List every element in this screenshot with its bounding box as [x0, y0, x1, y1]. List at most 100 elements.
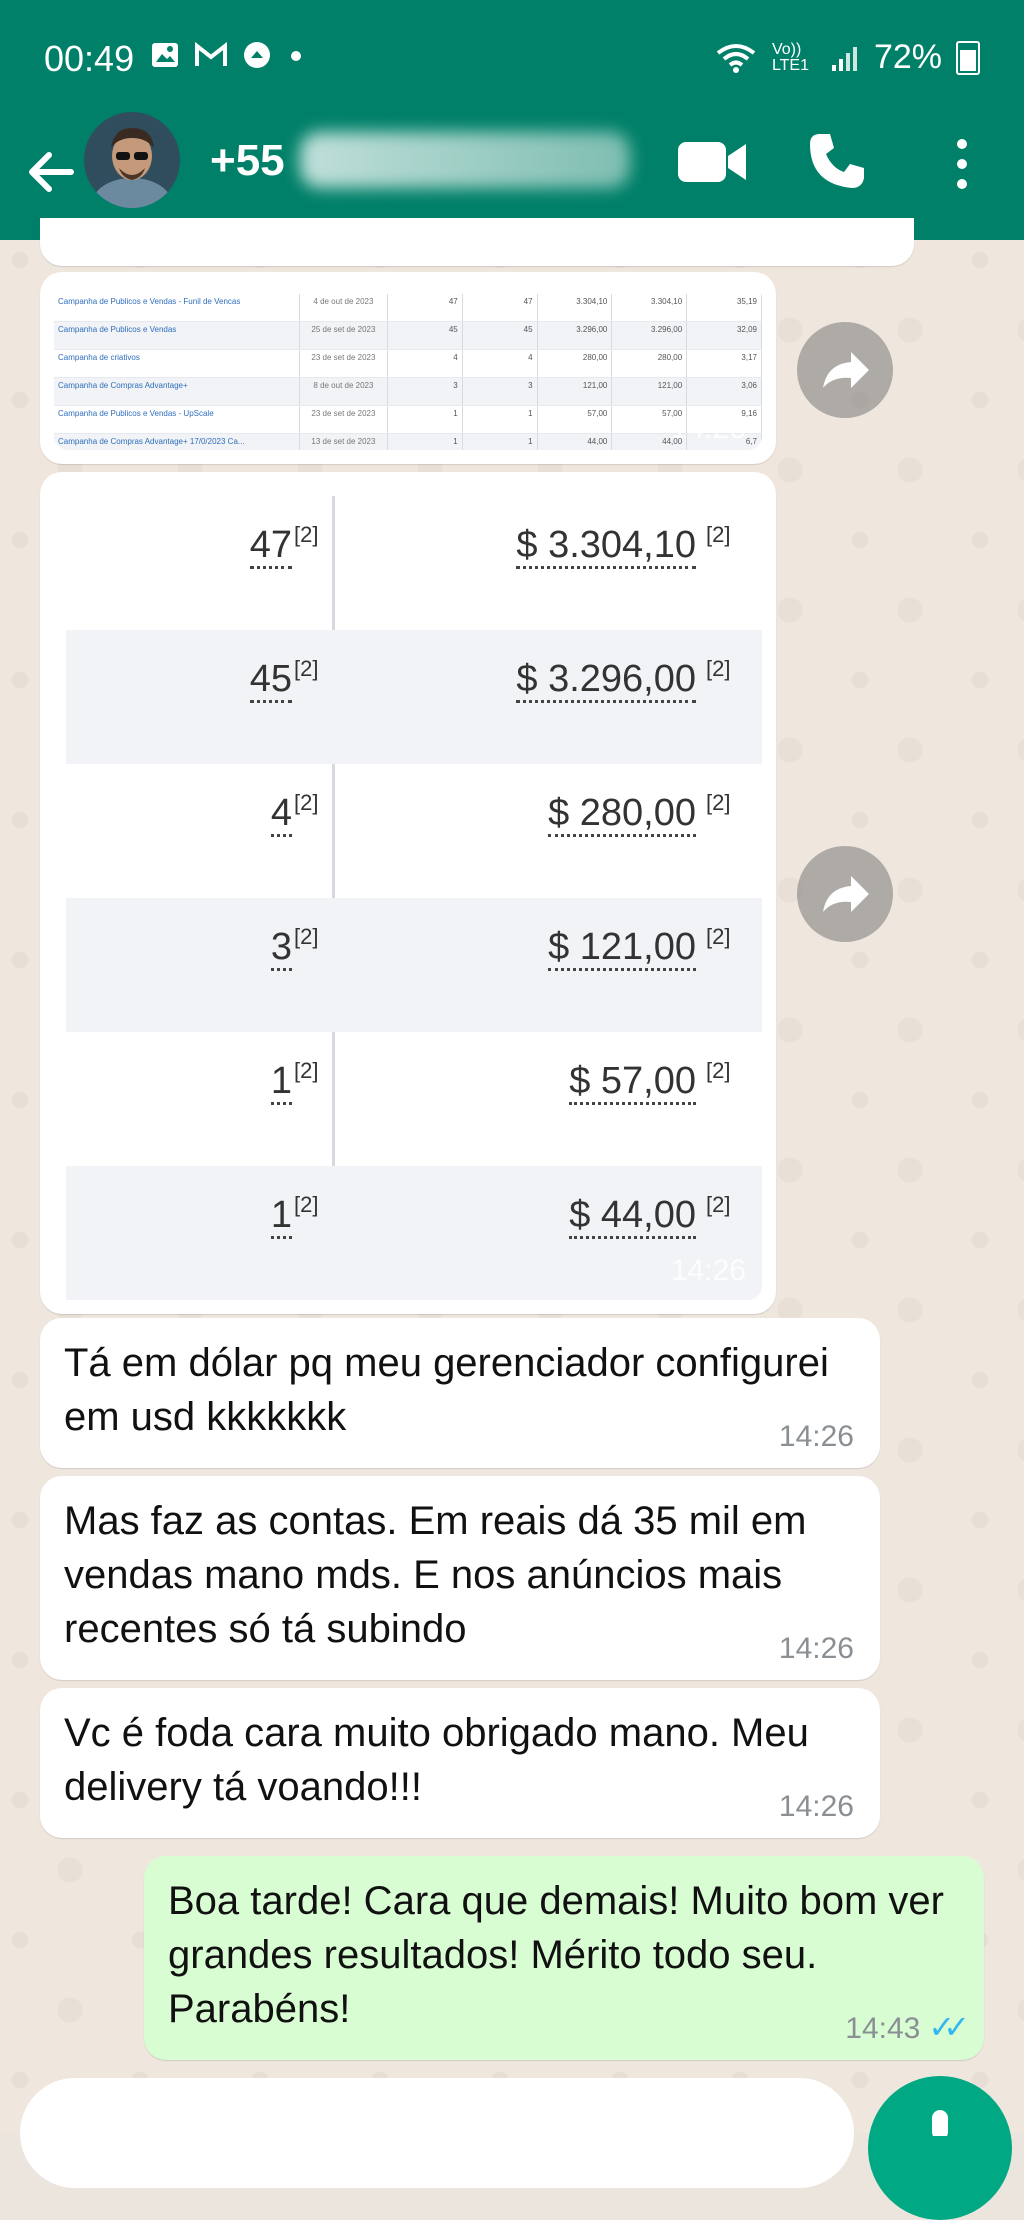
sheet-cell: 3.304,10 [612, 294, 688, 321]
sheet-cell: 47 [463, 294, 538, 321]
video-camera-icon [678, 142, 746, 182]
sheet-cell: Campanha de Publicos e Vendas - Funil de… [54, 294, 300, 321]
network-label: Vo)) LTE1 [771, 40, 809, 74]
sheet-row: Campanha de Compras Advantage+ 17/0/2023… [54, 434, 762, 450]
video-call-button[interactable] [676, 136, 748, 188]
count-cell: 3 [270, 926, 292, 971]
sheet-cell: 4 [388, 350, 463, 377]
signal-icon [831, 46, 857, 71]
message-time: 14:43 ✓✓ [845, 2008, 970, 2046]
mic-icon [932, 2110, 948, 2140]
message-bubble-incoming[interactable]: Mas faz as contas. Em reais dá 35 mil em… [40, 1476, 880, 1680]
amount-cell: $ 280,00 [548, 792, 696, 837]
count-cell: 4 [270, 792, 292, 837]
footnote-marker: [2] [294, 522, 319, 547]
sheet-cell: 121,00 [538, 378, 613, 405]
sheet-cell: 1 [463, 434, 538, 450]
sheet-cell: 3,06 [687, 378, 762, 405]
image-message-sheet[interactable]: Campanha de Publicos e Vendas - Funil de… [40, 272, 776, 464]
message-text: Mas faz as contas. Em reais dá 35 mil em… [64, 1499, 807, 1651]
image-message-table[interactable]: 47 [2] $ 3.304,10 [2] 45 [2] $ 3.296,00 [2] 4 [2]… [40, 472, 776, 1314]
footnote-marker: [2] [294, 1058, 319, 1083]
message-text: Tá em dólar pq meu gerenciador configure… [64, 1341, 829, 1439]
message-time: 14:26 [670, 1254, 746, 1287]
sheet-row: Campanha de Publicos e Vendas - UpScale 2… [54, 406, 762, 434]
sheet-cell: 47 [388, 294, 463, 321]
sheet-row: Campanha de Publicos e Vendas - Funil de… [54, 294, 762, 322]
message-time: 14:26 [778, 1632, 854, 1665]
profile-photo [84, 112, 180, 208]
message-text: Vc é foda cara muito obrigado mano. Meu … [64, 1711, 809, 1809]
message-bubble-outgoing[interactable]: Boa tarde! Cara que demais! Muito bom ve… [144, 1856, 984, 2060]
sheet-cell: 13 de set de 2023 [300, 434, 388, 450]
top-bar: 00:49 Vo)) LTE1 72% +55 [0, 0, 1024, 240]
count-cell: 1 [270, 1194, 292, 1239]
sheet-cell: 45 [388, 322, 463, 349]
kebab-menu-icon [957, 139, 967, 189]
amount-cell: $ 121,00 [548, 926, 696, 971]
sheet-cell: 1 [463, 406, 538, 433]
upload-icon [244, 42, 270, 68]
forward-icon [823, 352, 869, 388]
count-cell: 1 [270, 1060, 292, 1105]
table-row: 1 [2] $ 44,00 [2] [66, 1166, 762, 1300]
previous-message-bubble [40, 218, 914, 266]
sheet-cell: 3.296,00 [612, 322, 688, 349]
mic-button[interactable] [868, 2076, 1012, 2220]
status-time: 00:49 [44, 38, 135, 79]
sheet-row: Campanha de Compras Advantage+ 8 de out d… [54, 378, 762, 406]
sheet-row: Campanha de Publicos e Vendas 25 de set d… [54, 322, 762, 350]
message-bubble-incoming[interactable]: Tá em dólar pq meu gerenciador configure… [40, 1318, 880, 1468]
sheet-cell: 23 de set de 2023 [300, 350, 388, 377]
status-right: Vo)) LTE1 72% [714, 38, 980, 77]
footnote-marker: [2] [294, 924, 319, 949]
forward-button[interactable] [797, 846, 893, 942]
footnote-marker: [2] [294, 790, 319, 815]
table-image: 47 [2] $ 3.304,10 [2] 45 [2] $ 3.296,00 [2] 4 [2]… [54, 484, 762, 1300]
message-time: 14:26 [778, 1790, 854, 1823]
phone-icon [810, 134, 864, 188]
contact-name[interactable]: +55 [210, 136, 285, 186]
amount-cell: $ 3.296,00 [516, 658, 696, 703]
sheet-cell: 8 de out de 2023 [300, 378, 388, 405]
message-input-bar[interactable] [20, 2078, 854, 2188]
forward-button[interactable] [797, 322, 893, 418]
sheet-cell: 280,00 [538, 350, 613, 377]
sheet-cell: 32,09 [687, 322, 762, 349]
redacted-name [300, 132, 630, 188]
amount-cell: $ 57,00 [569, 1060, 696, 1105]
footnote-marker: [2] [706, 924, 731, 949]
sheet-cell: 3.296,00 [538, 322, 613, 349]
message-time: 14:26 [778, 1420, 854, 1453]
table-row: 4 [2] $ 280,00 [2] [66, 764, 762, 898]
footnote-marker: [2] [706, 1058, 731, 1083]
sheet-rows: Campanha de Publicos e Vendas - Funil de… [54, 294, 762, 450]
table-row: 3 [2] $ 121,00 [2] [66, 898, 762, 1032]
sheet-cell: 4 de out de 2023 [300, 294, 388, 321]
sheet-cell: Campanha de Publicos e Vendas - UpScale [54, 406, 300, 433]
footnote-marker: [2] [294, 1192, 319, 1217]
sheet-cell: Campanha de criativos [54, 350, 300, 377]
voice-call-button[interactable] [806, 130, 868, 192]
gallery-icon [152, 43, 178, 67]
sheet-cell: 44,00 [538, 434, 613, 450]
back-button[interactable] [18, 138, 82, 222]
sheet-cell: 280,00 [612, 350, 688, 377]
footnote-marker: [2] [706, 1192, 731, 1217]
sheet-cell: 3 [388, 378, 463, 405]
message-bubble-incoming[interactable]: Vc é foda cara muito obrigado mano. Meu … [40, 1688, 880, 1838]
sheet-cell: 3.304,10 [538, 294, 613, 321]
message-time-label: 14:43 [845, 2012, 921, 2045]
sheet-cell: 25 de set de 2023 [300, 322, 388, 349]
footnote-marker: [2] [706, 790, 731, 815]
battery-percent: 72% [873, 38, 942, 76]
sheet-cell: 1 [388, 434, 463, 450]
footnote-marker: [2] [706, 656, 731, 681]
dot-icon [291, 51, 301, 61]
table-row: 47 [2] $ 3.304,10 [2] [66, 496, 762, 630]
sheet-cell: 23 de set de 2023 [300, 406, 388, 433]
more-options-button[interactable] [944, 136, 980, 192]
status-bar: 00:49 Vo)) LTE1 72% [0, 0, 1024, 120]
avatar[interactable] [84, 112, 180, 208]
sheet-cell: Campanha de Publicos e Vendas [54, 322, 300, 349]
